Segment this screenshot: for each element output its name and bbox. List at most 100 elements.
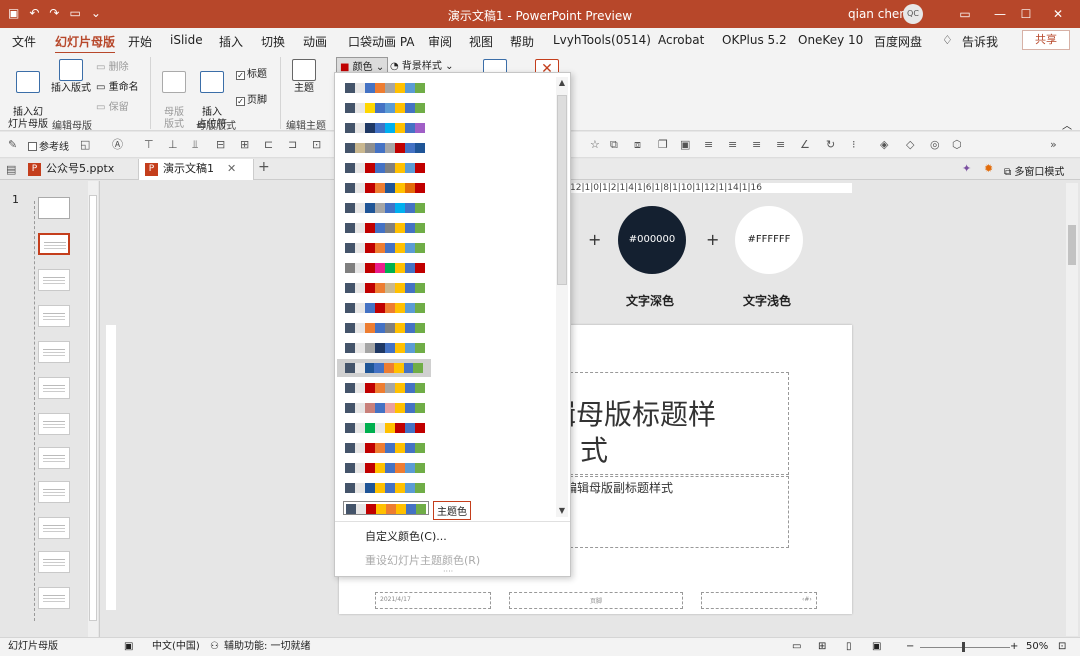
text-direction-icon[interactable]: ∠ xyxy=(800,139,812,150)
close-icon[interactable]: ✕ xyxy=(1048,4,1068,24)
text-right-icon[interactable]: ≡ xyxy=(752,139,764,150)
theme-palette-row[interactable] xyxy=(345,463,425,473)
rename-button[interactable]: ▭ 重命名 xyxy=(96,78,139,93)
tab-animations[interactable]: 动画 xyxy=(303,33,327,50)
text-left-icon[interactable]: ≡ xyxy=(704,139,716,150)
status-accessibility[interactable]: 辅助功能: 一切就绪 xyxy=(224,638,311,656)
preserve-button[interactable]: ▭ 保留 xyxy=(96,98,129,113)
effect-icon[interactable]: ⬡ xyxy=(952,139,964,150)
multiwindow-button[interactable]: ⧉ 多窗口模式 xyxy=(1004,163,1064,178)
layout-thumbnail[interactable] xyxy=(38,481,70,503)
scroll-thumb[interactable] xyxy=(1068,225,1076,265)
line-spacing-icon[interactable]: ⁝ xyxy=(852,139,864,150)
horizontal-ruler[interactable]: 12|1|0|1|2|1|4|1|6|1|8|1|10|1|12|1|14|1|… xyxy=(570,183,852,193)
theme-palette-row[interactable] xyxy=(345,203,425,213)
shadow-icon[interactable]: ◎ xyxy=(930,139,942,150)
theme-palette-row[interactable] xyxy=(345,483,425,493)
status-language[interactable]: 中文(中国) xyxy=(152,638,200,656)
minimize-icon[interactable]: — xyxy=(990,4,1010,24)
vertical-ruler[interactable] xyxy=(106,325,116,610)
reset-theme-colors-menu-item[interactable]: 重设幻灯片主题颜色(R) xyxy=(365,552,480,568)
shape-icon[interactable]: ◱ xyxy=(80,139,92,150)
zoom-out-icon[interactable]: − xyxy=(906,638,914,656)
scroll-down-icon[interactable]: ▼ xyxy=(556,505,568,517)
theme-palette-row[interactable] xyxy=(345,143,425,153)
tab-review[interactable]: 审阅 xyxy=(428,33,452,50)
align-center-icon[interactable]: ⊐ xyxy=(288,139,300,150)
tab-transitions[interactable]: 切换 xyxy=(261,33,285,50)
distribute-h-icon[interactable]: ⊞ xyxy=(240,139,252,150)
layout-thumbnail[interactable] xyxy=(38,341,70,363)
tab-insert[interactable]: 插入 xyxy=(219,33,243,50)
theme-palette-row[interactable] xyxy=(345,263,425,273)
format-painter-icon[interactable]: ✎ xyxy=(8,139,20,150)
layout-thumbnail[interactable] xyxy=(38,305,70,327)
tab-tell-me[interactable]: 告诉我 xyxy=(962,33,998,50)
distribute-icon[interactable]: ⊟ xyxy=(216,139,228,150)
tab-help[interactable]: 帮助 xyxy=(510,33,534,50)
ungroup-icon[interactable]: ⧈ xyxy=(634,139,646,150)
layout-thumbnail[interactable] xyxy=(38,517,70,539)
layout-thumbnail[interactable] xyxy=(38,269,70,291)
footer-checkbox[interactable]: ✓ 页脚 xyxy=(236,91,267,106)
ribbon-display-icon[interactable]: ▭ xyxy=(955,4,975,24)
zoom-level[interactable]: 50% xyxy=(1026,638,1048,656)
copy-icon[interactable]: ❐ xyxy=(658,139,670,150)
theme-palette-row[interactable] xyxy=(345,303,425,313)
footer-placeholder[interactable]: 页脚 xyxy=(509,592,683,609)
more-icon[interactable]: » xyxy=(1050,139,1062,150)
reading-view-icon[interactable]: ▯ xyxy=(846,638,852,656)
align-top-icon[interactable]: ⊤ xyxy=(144,139,156,150)
background-styles-button[interactable]: ◔ 背景样式 ⌄ xyxy=(390,57,453,72)
theme-palette-row[interactable] xyxy=(345,183,425,193)
theme-colors-dropdown[interactable]: ▲ ▼ 主题色 自定义颜色(C)... 重设幻灯片主题颜色(R) ···· xyxy=(334,72,571,577)
islide-icon[interactable]: ✦ xyxy=(962,163,974,174)
theme-palette-row[interactable] xyxy=(343,501,429,515)
align-left-icon[interactable]: ⊏ xyxy=(264,139,276,150)
collapse-ribbon-icon[interactable]: ︿ xyxy=(1062,117,1072,132)
share-button[interactable]: 共享 xyxy=(1022,30,1070,50)
layout-thumbnail[interactable] xyxy=(38,377,70,399)
new-tab-icon[interactable]: + xyxy=(258,160,270,174)
theme-palette-row[interactable] xyxy=(345,323,425,333)
tab-slide-master[interactable]: 幻灯片母版 xyxy=(55,33,116,54)
outline-icon[interactable]: ◇ xyxy=(906,139,918,150)
slide-thumbnails-pane[interactable]: 1 xyxy=(0,181,100,637)
theme-palette-row[interactable] xyxy=(345,103,425,113)
align-bottom-icon[interactable]: ⫫ xyxy=(192,139,204,150)
align-middle-icon[interactable]: ⊥ xyxy=(168,139,180,150)
theme-palette-row[interactable] xyxy=(345,223,425,233)
theme-palette-row[interactable] xyxy=(345,383,425,393)
text-center-icon[interactable]: ≡ xyxy=(728,139,740,150)
layout-thumbnail-selected[interactable] xyxy=(38,233,70,255)
theme-palette-row[interactable] xyxy=(345,243,425,253)
tab-okplus[interactable]: OKPlus 5.2 xyxy=(722,33,787,47)
light-color-circle[interactable]: #FFFFFF xyxy=(735,206,803,274)
doc-tab-gongzhonghao[interactable]: P 公众号5.pptx xyxy=(22,159,138,180)
delete-button[interactable]: ▭ 删除 xyxy=(96,58,129,73)
layout-thumbnail[interactable] xyxy=(38,587,70,609)
resize-grip-icon[interactable]: ···· xyxy=(443,567,453,576)
canvas-scrollbar[interactable] xyxy=(1066,183,1078,636)
fit-slide-icon[interactable]: ⊡ xyxy=(1058,638,1066,656)
rotate-icon[interactable]: ↻ xyxy=(826,139,838,150)
master-layout-button[interactable]: 母版 版式 xyxy=(160,59,188,131)
close-tab-icon[interactable]: ✕ xyxy=(227,159,236,179)
user-name[interactable]: qian chen xyxy=(848,7,907,21)
group-icon[interactable]: ⧉ xyxy=(610,139,622,150)
layout-thumbnail[interactable] xyxy=(38,447,70,469)
insert-layout-button[interactable]: 插入版式 xyxy=(50,59,92,95)
theme-palette-row[interactable] xyxy=(345,163,425,173)
title-checkbox[interactable]: ✓ 标题 xyxy=(236,65,267,80)
layout-thumbnail[interactable] xyxy=(38,551,70,573)
text-justify-icon[interactable]: ≡ xyxy=(776,139,788,150)
dropdown-scrollbar[interactable]: ▲ ▼ xyxy=(556,77,568,517)
insert-slide-master-button[interactable]: 插入幻 灯片母版 xyxy=(8,59,48,131)
theme-button[interactable]: 主题 xyxy=(290,59,318,95)
dark-color-circle[interactable]: #000000 xyxy=(618,206,686,274)
tab-islide[interactable]: iSlide xyxy=(170,33,203,47)
layout-thumbnail[interactable] xyxy=(38,413,70,435)
theme-palette-row[interactable] xyxy=(345,343,425,353)
spelling-icon[interactable]: ▣ xyxy=(124,638,133,656)
thumbnails-scrollbar[interactable] xyxy=(88,181,98,637)
